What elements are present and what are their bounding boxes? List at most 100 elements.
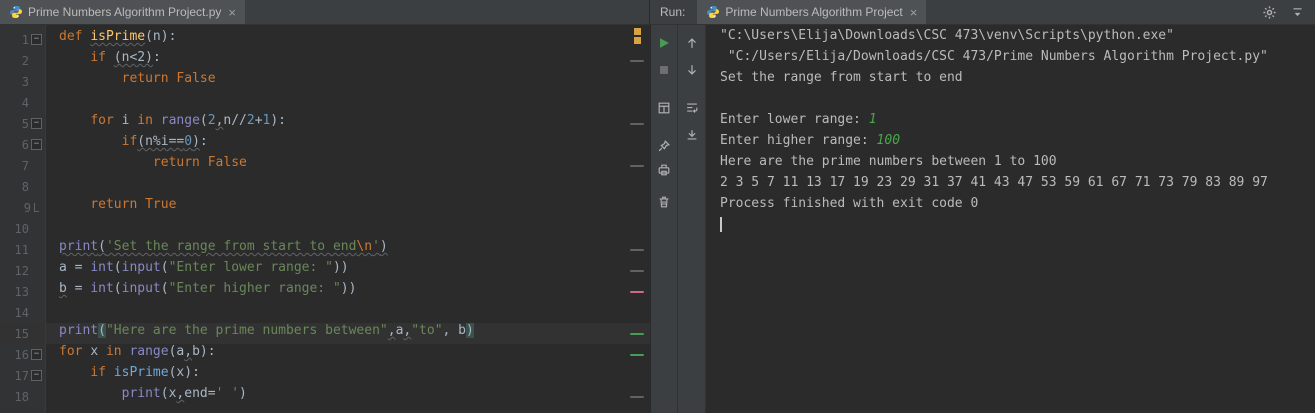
error-stripe-mark[interactable] (630, 123, 644, 125)
console-caret (720, 217, 722, 232)
code-line[interactable] (46, 302, 650, 323)
code-line[interactable]: print("Here are the prime numbers betwee… (46, 323, 650, 344)
error-stripe-mark[interactable] (630, 270, 644, 272)
line-number: 5 (21, 116, 29, 131)
code-line[interactable]: if (n<2): (46, 50, 650, 71)
error-stripe-mark[interactable] (630, 291, 644, 293)
editor-panel: 1−2 3 4 5−6−7 8 9 10 11 12 13 14 15 16−17−18 def isP… (0, 25, 650, 413)
line-number: 11 (14, 242, 29, 257)
code-token: : (199, 134, 208, 149)
line-number: 15 (14, 326, 29, 341)
settings-gear-icon[interactable] (1259, 2, 1279, 22)
code-line[interactable]: b = int(input("Enter higher range: ")) (46, 281, 650, 302)
fold-end-icon[interactable] (34, 203, 39, 212)
run-tab[interactable]: Prime Numbers Algorithm Project × (697, 0, 927, 24)
code-token: "Enter higher range: " (168, 281, 341, 296)
console-text: Process finished with exit code 0 (720, 196, 979, 211)
code-line[interactable]: return True (46, 197, 650, 218)
hide-panel-icon[interactable] (1287, 2, 1307, 22)
line-number: 13 (14, 284, 29, 299)
fold-slot-empty (31, 76, 42, 87)
code-line[interactable] (46, 92, 650, 113)
error-stripe-mark[interactable] (630, 165, 644, 167)
code-token: 0 (184, 134, 193, 149)
fold-collapse-icon[interactable]: − (31, 118, 42, 129)
scroll-to-end-button[interactable] (681, 125, 703, 145)
code-line[interactable]: for i in range(2,n//2+1): (46, 113, 650, 134)
fold-slot-empty (31, 286, 42, 297)
rerun-button[interactable] (653, 33, 675, 53)
clear-console-button[interactable] (653, 192, 675, 212)
editor-tabbar: Prime Numbers Algorithm Project.py × (0, 0, 650, 24)
code-token: ) (379, 239, 388, 254)
code-line[interactable]: return False (46, 155, 650, 176)
pycharm-window: Prime Numbers Algorithm Project.py × Run… (0, 0, 1315, 413)
console-line: Set the range from start to end (720, 70, 1315, 91)
inspection-indicator-mark[interactable] (634, 28, 641, 35)
code-line[interactable]: print('Set the range from start to end\n… (46, 239, 650, 260)
gutter-row: 16− (0, 344, 45, 365)
code-token: = (66, 281, 91, 296)
up-stack-button[interactable] (681, 33, 703, 53)
gutter-row: 8 (0, 176, 45, 197)
code-token: return False (152, 155, 247, 170)
line-number: 8 (21, 179, 29, 194)
console-text: 2 3 5 7 11 13 17 19 23 29 31 37 41 43 47… (720, 175, 1268, 190)
code-line[interactable] (46, 176, 650, 197)
code-token: input (121, 281, 161, 296)
console-output[interactable]: "C:\Users\Elija\Downloads\CSC 473\venv\S… (706, 25, 1315, 413)
editor-code[interactable]: def isPrime(n): if (n<2): return False f… (46, 25, 650, 413)
code-line[interactable]: if isPrime(x): (46, 365, 650, 386)
code-token: ( (113, 281, 122, 296)
fold-collapse-icon[interactable]: − (31, 370, 42, 381)
error-stripe-mark[interactable] (630, 60, 644, 62)
code-line[interactable]: return False (46, 71, 650, 92)
restore-layout-button[interactable] (653, 98, 675, 118)
code-line[interactable]: def isPrime(n): (46, 29, 650, 50)
python-icon (9, 6, 23, 18)
code-token: def (59, 29, 91, 44)
gutter-row: 2 (0, 50, 45, 71)
line-number: 12 (14, 263, 29, 278)
console-line: Here are the prime numbers between 1 to … (720, 154, 1315, 175)
stop-button[interactable] (653, 60, 675, 80)
console-text: Enter lower range: (720, 112, 869, 127)
console-line: 2 3 5 7 11 13 17 19 23 29 31 37 41 43 47… (720, 175, 1315, 196)
pin-tab-button[interactable] (653, 136, 675, 156)
inspection-indicator-mark[interactable] (634, 37, 641, 44)
run-panel-header: Run: Prime Numbers Algorithm Project × (650, 0, 1315, 24)
error-stripe-mark[interactable] (630, 333, 644, 335)
fold-slot-empty (31, 181, 42, 192)
fold-collapse-icon[interactable]: − (31, 34, 42, 45)
editor-tab[interactable]: Prime Numbers Algorithm Project.py × (0, 0, 245, 24)
code-token: print (59, 239, 99, 254)
code-token: input (121, 260, 161, 275)
code-token: , (387, 323, 396, 338)
console-line: "C:/Users/Elija/Downloads/CSC 473/Prime … (720, 49, 1315, 70)
fold-slot-empty (31, 391, 42, 402)
down-stack-button[interactable] (681, 60, 703, 80)
code-line[interactable] (46, 218, 650, 239)
error-stripe-mark[interactable] (630, 396, 644, 398)
code-token: n// (223, 113, 247, 128)
fold-collapse-icon[interactable]: − (31, 349, 42, 360)
print-button[interactable] (653, 160, 675, 180)
code-line[interactable]: a = int(input("Enter lower range: ")) (46, 260, 650, 281)
code-token: if (90, 365, 114, 380)
code-token: ( (160, 281, 169, 296)
run-tab-close-icon[interactable]: × (908, 6, 918, 19)
code-line[interactable]: for x in range(a,b): (46, 344, 650, 365)
soft-wrap-button[interactable] (681, 98, 703, 118)
code-token: ( (199, 113, 208, 128)
editor-tab-close-icon[interactable]: × (226, 6, 236, 19)
error-stripe-mark[interactable] (630, 354, 644, 356)
code-line[interactable]: if(n%i==0): (46, 134, 650, 155)
code-token: ) (466, 323, 474, 338)
fold-collapse-icon[interactable]: − (31, 139, 42, 150)
error-stripe-mark[interactable] (630, 249, 644, 251)
editor-gutter[interactable]: 1−2 3 4 5−6−7 8 9 10 11 12 13 14 15 16−17−18 (0, 25, 46, 413)
code-line[interactable]: print(x,end=' ') (46, 386, 650, 407)
console-text: Set the range from start to end (720, 70, 963, 85)
code-token: in (137, 113, 161, 128)
